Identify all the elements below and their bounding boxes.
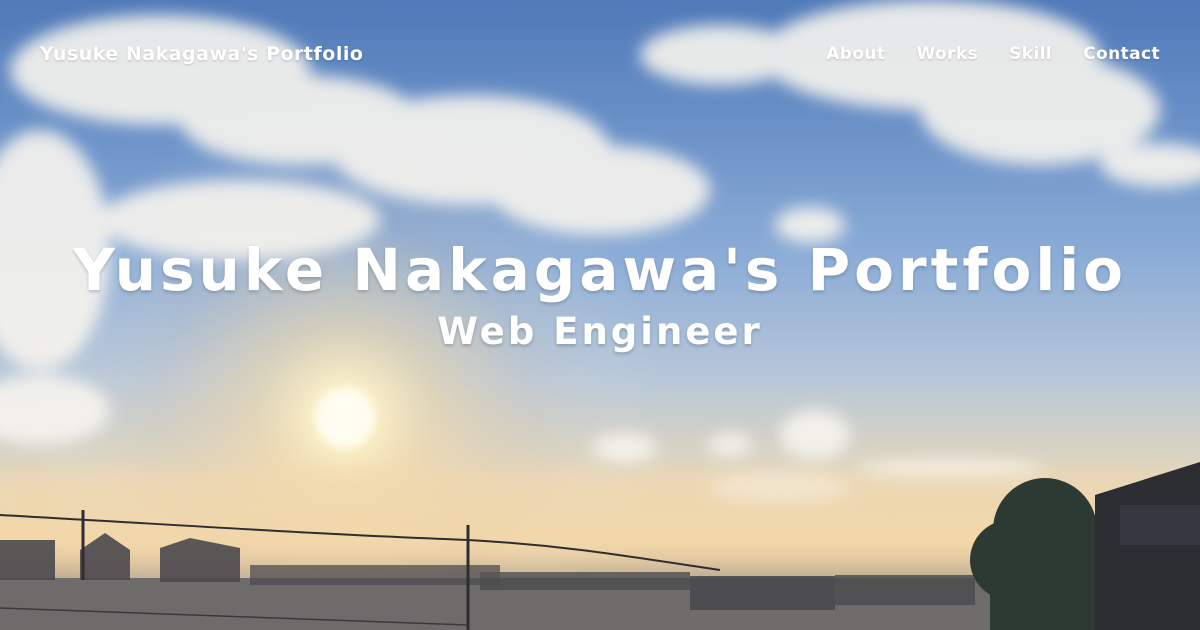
brand-link[interactable]: Yusuke Nakagawa's Portfolio	[40, 43, 363, 65]
hero-text: Yusuke Nakagawa's Portfolio Web Engineer	[0, 230, 1200, 354]
hero-subtitle: Web Engineer	[437, 310, 763, 353]
sun	[315, 388, 375, 448]
top-navigation: Yusuke Nakagawa's Portfolio About Works …	[0, 0, 1200, 110]
hero-title: Yusuke Nakagawa's Portfolio	[72, 236, 1128, 304]
nav-works-link[interactable]: Works	[916, 44, 978, 64]
nav-skill-link[interactable]: Skill	[1009, 44, 1052, 64]
hero-section: Yusuke Nakagawa's Portfolio About Works …	[0, 0, 1200, 630]
nav-about-link[interactable]: About	[826, 44, 885, 64]
main-nav: About Works Skill Contact	[826, 44, 1160, 64]
nav-contact-link[interactable]: Contact	[1083, 44, 1160, 64]
